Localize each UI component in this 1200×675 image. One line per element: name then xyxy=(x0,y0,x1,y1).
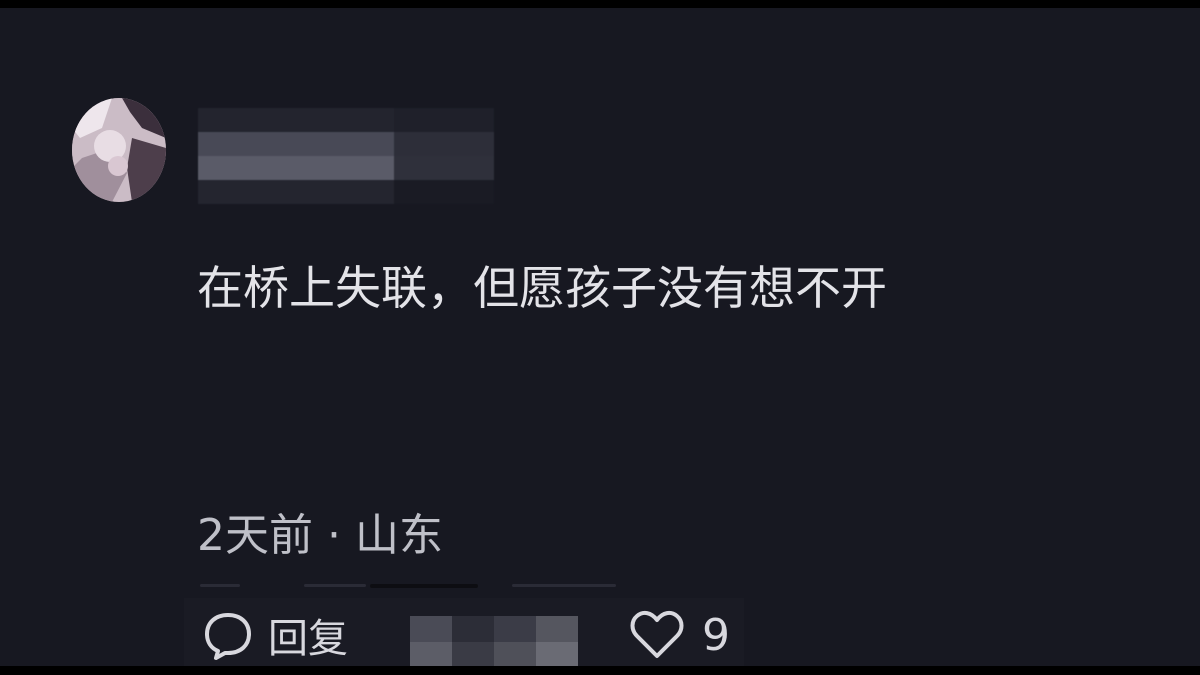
comment-meta: 2天前 · 山东 xyxy=(197,506,443,566)
reply-button[interactable]: 回复 xyxy=(202,606,348,664)
comment-text: 在桥上失联，但愿孩子没有想不开 xyxy=(197,261,887,315)
comment-location: 山东 xyxy=(355,510,443,561)
username-redacted xyxy=(198,108,494,204)
avatar[interactable] xyxy=(72,98,166,202)
comment-time: 2天前 xyxy=(197,510,313,561)
action-bar: 回复 9 xyxy=(184,598,744,666)
reply-label: 回复 xyxy=(268,616,348,662)
divider xyxy=(200,584,620,590)
avatar-image xyxy=(72,98,166,202)
comment-card: 在桥上失联，但愿孩子没有想不开 2天前 · 山东 回复 9 xyxy=(0,8,1200,666)
redacted-action xyxy=(410,616,580,666)
speech-bubble-icon xyxy=(202,609,254,661)
like-button[interactable]: 9 xyxy=(630,606,730,664)
heart-outline-icon xyxy=(630,610,684,660)
like-count: 9 xyxy=(702,609,730,661)
meta-separator: · xyxy=(327,510,341,561)
